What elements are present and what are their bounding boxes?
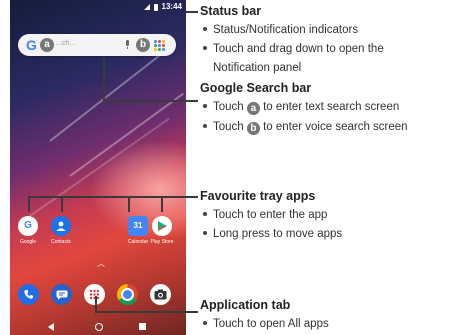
favourite-tray-bullet: Long press to move apps (200, 227, 342, 241)
application-tab-callout-line (95, 296, 97, 312)
badge-a[interactable]: a (40, 38, 54, 52)
app-label: Play Store (150, 239, 174, 245)
wallpaper-streak (29, 117, 170, 217)
badge-b[interactable]: b (136, 38, 150, 52)
app-contacts[interactable]: Contacts (44, 216, 78, 245)
google-search-bar[interactable]: G a ...ch... b (18, 34, 176, 56)
back-icon[interactable] (48, 323, 54, 331)
application-tab-title: Application tab (200, 298, 291, 312)
app-play-store[interactable]: Play Store (145, 216, 179, 245)
wallpaper-streak (69, 92, 184, 177)
status-bar-callout-line (186, 11, 198, 13)
nine-dot-grid-icon[interactable] (154, 40, 165, 51)
search-bar-title: Google Search bar (200, 81, 312, 95)
signal-icon (143, 4, 150, 10)
google-icon: G (18, 216, 38, 236)
app-label: Google (19, 239, 37, 245)
favourite-tray-title: Favourite tray apps (200, 189, 316, 203)
status-bar-title: Status bar (200, 4, 262, 18)
search-hint: ...ch... (56, 40, 76, 47)
google-logo-icon: G (26, 37, 37, 53)
status-bar-bullet-cont: Notification panel (213, 62, 302, 74)
status-bar-bullet: Status/Notification indicators (200, 23, 358, 37)
mic-icon[interactable] (126, 40, 129, 49)
favourite-tray-callout-line (28, 196, 30, 212)
chevron-up-icon[interactable]: ︿ (97, 258, 105, 269)
wallpaper-streak (49, 47, 169, 142)
app-google[interactable]: G Google (11, 216, 45, 245)
application-tab-bullet: Touch to open All apps (200, 317, 329, 331)
favourite-tray-callout-line (61, 196, 63, 212)
status-bar[interactable]: 13:44 (10, 0, 186, 14)
badge-a-icon: a (246, 102, 260, 115)
application-tab-callout-line (95, 311, 198, 313)
messages-icon[interactable] (51, 284, 72, 305)
status-clock: 13:44 (161, 2, 182, 11)
phone-home-screen: 13:44 G a ...ch... b G Google Contacts 3… (10, 0, 186, 335)
status-bar-bullet: Touch and drag down to open the (200, 42, 384, 56)
badge-b-icon: b (246, 122, 260, 135)
recent-apps-icon[interactable] (139, 323, 146, 330)
contacts-icon (51, 216, 71, 236)
search-bar-bullet-b: Touch b to enter voice search screen (200, 120, 408, 135)
favourite-tray-callout-line (161, 196, 163, 212)
navigation-bar (10, 319, 186, 335)
camera-icon[interactable] (150, 284, 171, 305)
search-bar-callout-line (103, 57, 105, 101)
app-label: Contacts (51, 239, 71, 245)
search-bar-callout-line (103, 100, 198, 102)
battery-icon (153, 3, 158, 11)
chrome-icon[interactable] (117, 284, 138, 305)
favourite-tray-bullet: Touch to enter the app (200, 208, 327, 222)
phone-icon[interactable] (18, 284, 39, 305)
favourite-tray-callout-line (28, 196, 198, 198)
home-icon[interactable] (95, 323, 103, 331)
play-store-icon (152, 216, 172, 236)
favourite-tray-callout-line (128, 196, 130, 212)
search-bar-bullet-a: Touch a to enter text search screen (200, 100, 399, 115)
